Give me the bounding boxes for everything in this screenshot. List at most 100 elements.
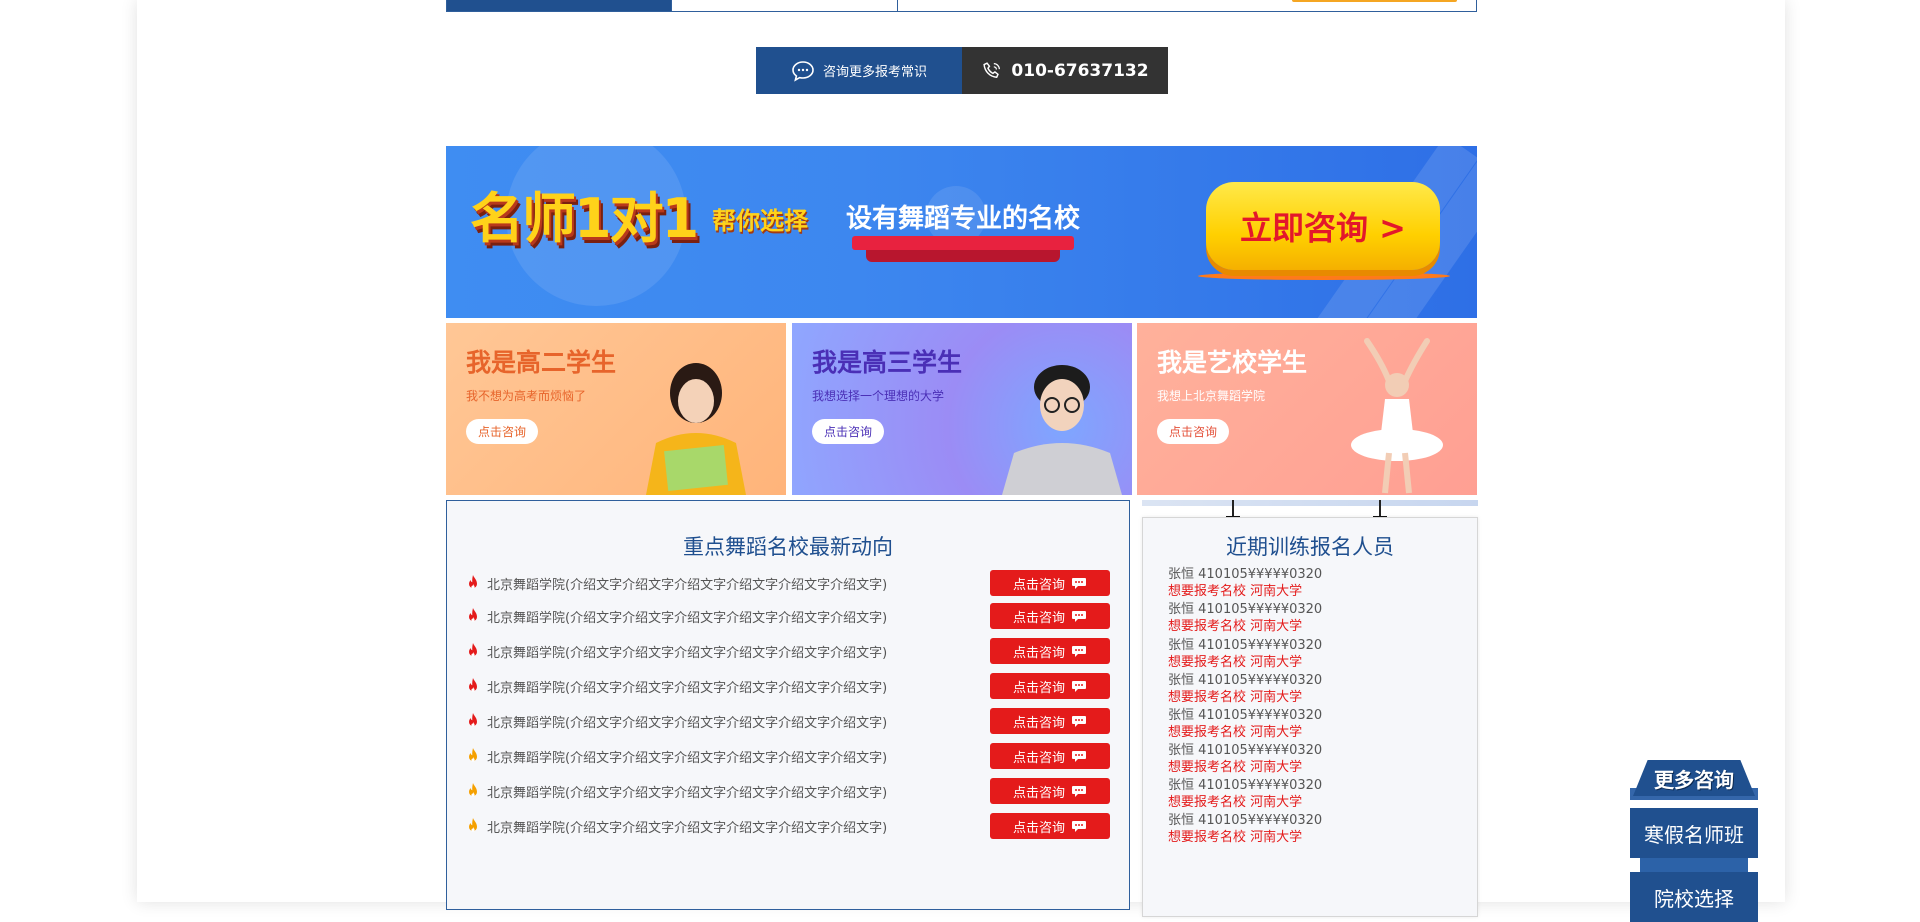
banner-stage-base <box>866 250 1060 262</box>
signup-entry: 张恒 410105¥¥¥¥¥0320 想要报考名校 河南大学 <box>1168 672 1322 706</box>
signup-entry: 张恒 410105¥¥¥¥¥0320 想要报考名校 河南大学 <box>1168 707 1322 741</box>
news-row: 北京舞蹈学院(介绍文字介绍文字介绍文字介绍文字介绍文字介绍文字) 点击咨询 <box>465 672 1110 700</box>
signup-target-school: 想要报考名校 河南大学 <box>1168 725 1303 740</box>
student-card-grade2[interactable]: 我是高二学生 我不想为高考而烦恼了 点击咨询 <box>446 323 786 495</box>
news-consult-label: 点击咨询 <box>1012 785 1065 801</box>
news-row: 北京舞蹈学院(介绍文字介绍文字介绍文字介绍文字介绍文字介绍文字) 点击咨询 <box>465 812 1110 840</box>
teacher-banner[interactable]: 名师1对1 帮你选择 设有舞蹈专业的名校 立即咨询 > <box>446 146 1477 318</box>
school-news-panel: 重点舞蹈名校最新动向 北京舞蹈学院(介绍文字介绍文字介绍文字介绍文字介绍文字介绍… <box>446 500 1130 910</box>
winter-class-button[interactable]: 寒假名师班 <box>1630 808 1758 858</box>
news-text[interactable]: 北京舞蹈学院(介绍文字介绍文字介绍文字介绍文字介绍文字介绍文字) <box>487 607 990 626</box>
table-divider <box>897 0 898 11</box>
news-text[interactable]: 北京舞蹈学院(介绍文字介绍文字介绍文字介绍文字介绍文字介绍文字) <box>487 817 990 836</box>
consult-more-button[interactable]: 咨询更多报考常识 <box>756 47 962 94</box>
news-title: 重点舞蹈名校最新动向 <box>683 535 893 559</box>
message-icon <box>1072 681 1086 692</box>
consult-more-label: 咨询更多报考常识 <box>822 65 927 80</box>
fire-icon <box>469 643 477 657</box>
card-title: 我是高三学生 <box>812 348 963 377</box>
ballerina-illustration <box>1351 338 1443 494</box>
school-select-button[interactable]: 院校选择 <box>1630 872 1758 922</box>
recent-signup-panel: 近期训练报名人员 张恒 410105¥¥¥¥¥0320 想要报考名校 河南大学 张恒… <box>1142 517 1478 917</box>
table-divider <box>671 0 672 11</box>
fire-icon <box>469 678 477 692</box>
signup-name-id: 张恒 410105¥¥¥¥¥0320 <box>1168 673 1323 688</box>
banner-stage <box>852 236 1074 250</box>
signup-name-id: 张恒 410105¥¥¥¥¥0320 <box>1168 602 1323 617</box>
fire-icon <box>469 748 477 762</box>
news-consult-button[interactable]: 点击咨询 <box>990 778 1110 804</box>
fire-icon <box>469 713 477 727</box>
signup-title: 近期训练报名人员 <box>1226 535 1394 559</box>
side-divider <box>1640 858 1748 872</box>
signup-entry: 张恒 410105¥¥¥¥¥0320 想要报考名校 河南大学 <box>1168 777 1322 811</box>
news-consult-label: 点击咨询 <box>1012 645 1065 661</box>
news-text[interactable]: 北京舞蹈学院(介绍文字介绍文字介绍文字介绍文字介绍文字介绍文字) <box>487 574 990 593</box>
news-consult-button[interactable]: 点击咨询 <box>990 673 1110 699</box>
table-button-remnant[interactable] <box>1292 0 1457 2</box>
news-row: 北京舞蹈学院(介绍文字介绍文字介绍文字介绍文字介绍文字介绍文字) 点击咨询 <box>465 707 1110 735</box>
message-icon <box>1072 751 1086 762</box>
phone-icon <box>983 61 1001 78</box>
message-icon <box>1072 646 1086 657</box>
news-consult-button[interactable]: 点击咨询 <box>990 708 1110 734</box>
news-consult-button[interactable]: 点击咨询 <box>990 603 1110 629</box>
fire-icon <box>469 608 477 622</box>
consult-now-button[interactable]: 立即咨询 > <box>1206 182 1440 270</box>
card-consult-button[interactable]: 点击咨询 <box>812 419 884 444</box>
student-card-art-school[interactable]: 我是艺校学生 我想上北京舞蹈学院 点击咨询 <box>1137 323 1477 495</box>
news-consult-label: 点击咨询 <box>1012 680 1065 696</box>
news-text[interactable]: 北京舞蹈学院(介绍文字介绍文字介绍文字介绍文字介绍文字介绍文字) <box>487 642 990 661</box>
signup-entry: 张恒 410105¥¥¥¥¥0320 想要报考名校 河南大学 <box>1168 601 1322 635</box>
signup-name-id: 张恒 410105¥¥¥¥¥0320 <box>1168 567 1323 582</box>
news-consult-button[interactable]: 点击咨询 <box>990 638 1110 664</box>
card-consult-button[interactable]: 点击咨询 <box>466 419 538 444</box>
news-row: 北京舞蹈学院(介绍文字介绍文字介绍文字介绍文字介绍文字介绍文字) 点击咨询 <box>465 742 1110 770</box>
news-text[interactable]: 北京舞蹈学院(介绍文字介绍文字介绍文字介绍文字介绍文字介绍文字) <box>487 677 990 696</box>
signup-name-id: 张恒 410105¥¥¥¥¥0320 <box>1168 638 1323 653</box>
signup-name-id: 张恒 410105¥¥¥¥¥0320 <box>1168 778 1323 793</box>
message-icon <box>1072 611 1086 622</box>
signup-target-school: 想要报考名校 河南大学 <box>1168 760 1303 775</box>
message-icon <box>1072 821 1086 832</box>
news-text[interactable]: 北京舞蹈学院(介绍文字介绍文字介绍文字介绍文字介绍文字介绍文字) <box>487 782 990 801</box>
signup-entry: 张恒 410105¥¥¥¥¥0320 想要报考名校 河南大学 <box>1168 566 1322 600</box>
student-girl-illustration <box>646 363 746 495</box>
news-row: 北京舞蹈学院(介绍文字介绍文字介绍文字介绍文字介绍文字介绍文字) 点击咨询 <box>465 602 1110 630</box>
card-consult-button[interactable]: 点击咨询 <box>1157 419 1229 444</box>
cta-shadow <box>1198 272 1450 280</box>
news-consult-label: 点击咨询 <box>1012 577 1065 593</box>
card-subtitle: 我想选择一个理想的大学 <box>812 389 945 403</box>
banner-subtitle: 帮你选择 <box>712 207 808 235</box>
message-icon <box>1072 578 1086 589</box>
side-panel-header: 更多咨询 <box>1633 760 1755 796</box>
news-text[interactable]: 北京舞蹈学院(介绍文字介绍文字介绍文字介绍文字介绍文字介绍文字) <box>487 747 990 766</box>
signup-target-school: 想要报考名校 河南大学 <box>1168 619 1303 634</box>
signup-target-school: 想要报考名校 河南大学 <box>1168 690 1303 705</box>
signup-entry: 张恒 410105¥¥¥¥¥0320 想要报考名校 河南大学 <box>1168 812 1322 846</box>
news-consult-button[interactable]: 点击咨询 <box>990 570 1110 596</box>
message-icon <box>1072 786 1086 797</box>
news-consult-button[interactable]: 点击咨询 <box>990 743 1110 769</box>
news-row: 北京舞蹈学院(介绍文字介绍文字介绍文字介绍文字介绍文字介绍文字) 点击咨询 <box>465 569 1110 597</box>
signup-entry: 张恒 410105¥¥¥¥¥0320 想要报考名校 河南大学 <box>1168 637 1322 671</box>
signup-rail <box>1142 500 1478 506</box>
card-subtitle: 我想上北京舞蹈学院 <box>1157 389 1266 403</box>
banner-school-text: 设有舞蹈专业的名校 <box>846 204 1081 234</box>
phone-button[interactable]: 010-67637132 <box>962 47 1168 94</box>
fire-icon <box>469 783 477 797</box>
signup-name-id: 张恒 410105¥¥¥¥¥0320 <box>1168 813 1323 828</box>
chat-icon <box>792 60 814 82</box>
banner-title: 名师1对1 <box>470 187 699 250</box>
signup-target-school: 想要报考名校 河南大学 <box>1168 584 1303 599</box>
student-card-grade3[interactable]: 我是高三学生 我想选择一个理想的大学 点击咨询 <box>792 323 1132 495</box>
news-text[interactable]: 北京舞蹈学院(介绍文字介绍文字介绍文字介绍文字介绍文字介绍文字) <box>487 712 990 731</box>
news-consult-label: 点击咨询 <box>1012 820 1065 836</box>
signup-name-id: 张恒 410105¥¥¥¥¥0320 <box>1168 708 1323 723</box>
signup-target-school: 想要报考名校 河南大学 <box>1168 830 1303 845</box>
news-consult-button[interactable]: 点击咨询 <box>990 813 1110 839</box>
news-consult-label: 点击咨询 <box>1012 610 1065 626</box>
phone-number: 010-67637132 <box>1011 60 1149 81</box>
signup-name-id: 张恒 410105¥¥¥¥¥0320 <box>1168 743 1323 758</box>
signup-target-school: 想要报考名校 河南大学 <box>1168 655 1303 670</box>
